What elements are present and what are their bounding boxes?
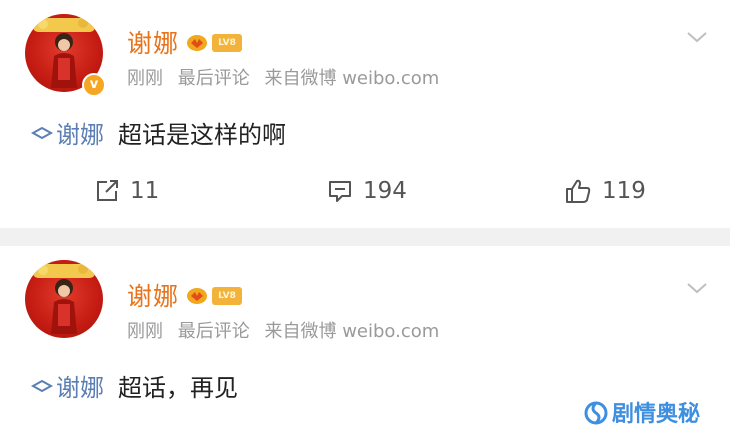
super-topic-icon <box>30 379 54 392</box>
verified-badge-icon: v <box>82 73 106 97</box>
post-content: 谢娜 超话，再见 <box>30 368 238 403</box>
post-source: 来自微博 weibo.com <box>264 321 440 342</box>
vip-badge-icon <box>187 288 207 304</box>
level-badge: LV8 <box>212 287 242 305</box>
super-topic-icon <box>30 126 54 139</box>
avatar-photo <box>33 264 95 334</box>
watermark-text: 剧情奥秘 <box>612 402 701 427</box>
topic-link[interactable]: 谢娜 <box>56 368 104 403</box>
avatar[interactable] <box>25 260 103 338</box>
like-icon <box>566 179 591 203</box>
comment-icon <box>329 181 351 202</box>
weibo-feed: v 谢娜 LV8 刚刚 最后评论 来自微博 weibo.com 谢娜 超话是这样… <box>0 0 730 445</box>
post-time: 刚刚 <box>127 321 163 342</box>
watermark: 剧情奥秘 <box>584 396 700 428</box>
post-time: 刚刚 <box>127 68 163 89</box>
username[interactable]: 谢娜 <box>127 24 179 60</box>
chevron-down-icon[interactable] <box>686 30 708 44</box>
post-text: 超话是这样的啊 <box>118 121 286 149</box>
vip-badge-icon <box>187 35 207 51</box>
comment-count: 194 <box>363 178 407 204</box>
repost-icon <box>97 180 118 201</box>
post-actions: 11 194 119 <box>0 178 730 210</box>
post-meta: 刚刚 最后评论 来自微博 weibo.com <box>127 64 448 90</box>
username[interactable]: 谢娜 <box>127 277 179 313</box>
post-meta: 刚刚 最后评论 来自微博 weibo.com <box>127 317 448 343</box>
repost-button[interactable]: 11 <box>94 178 159 204</box>
chevron-down-icon[interactable] <box>686 281 708 295</box>
post-status: 最后评论 <box>177 68 250 89</box>
level-badge: LV8 <box>212 34 242 52</box>
post-content: 谢娜 超话是这样的啊 <box>30 115 286 150</box>
post-source: 来自微博 weibo.com <box>264 68 440 89</box>
topic-link[interactable]: 谢娜 <box>56 115 104 150</box>
watermark-logo-icon <box>584 401 608 425</box>
comment-button[interactable]: 194 <box>327 178 407 204</box>
repost-count: 11 <box>130 178 160 204</box>
like-count: 119 <box>602 178 646 204</box>
post-status: 最后评论 <box>177 321 250 342</box>
post-text: 超话，再见 <box>118 374 238 402</box>
like-button[interactable]: 119 <box>564 178 646 204</box>
weibo-post[interactable]: v 谢娜 LV8 刚刚 最后评论 来自微博 weibo.com 谢娜 超话是这样… <box>0 0 730 228</box>
